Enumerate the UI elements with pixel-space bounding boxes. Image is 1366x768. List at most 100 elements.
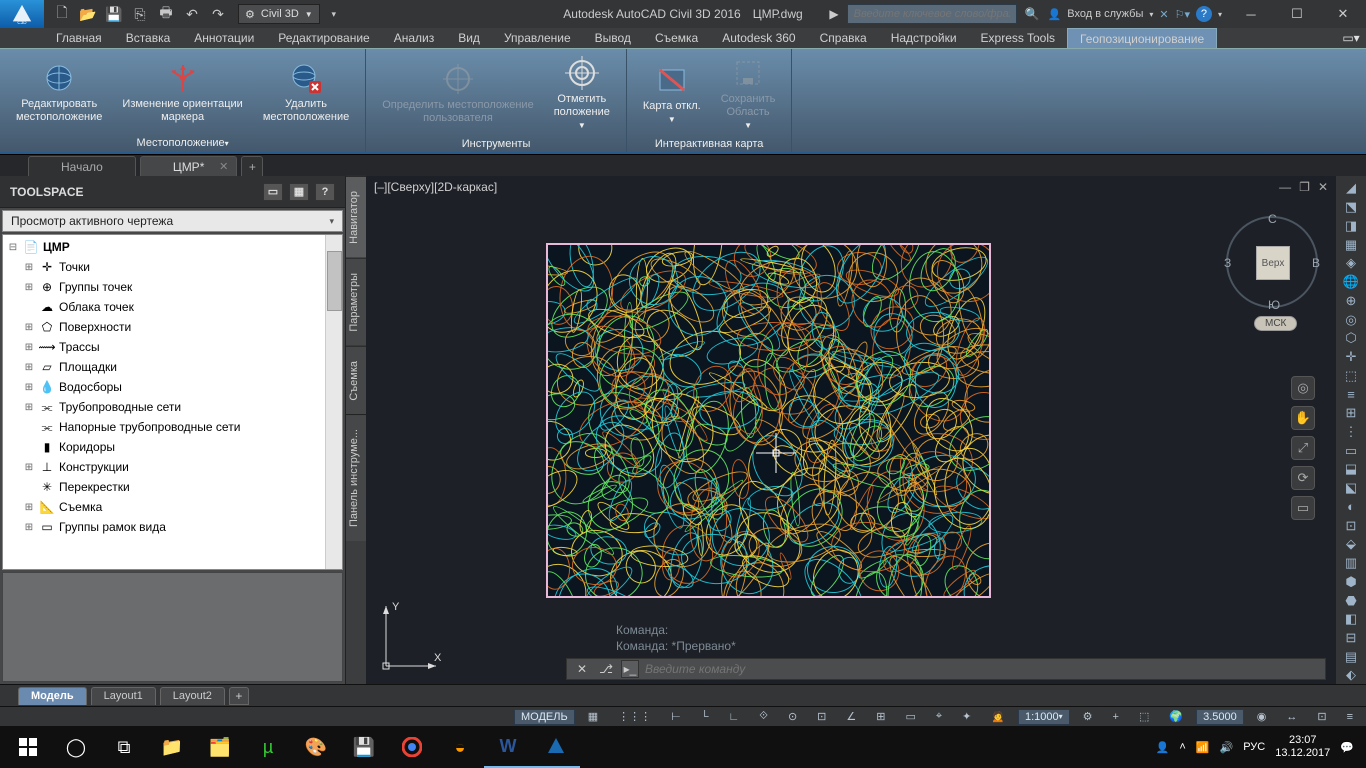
toolspace-view-combo[interactable]: Просмотр активного чертежа ▾ bbox=[2, 210, 343, 232]
side-tool-25[interactable]: ▤ bbox=[1339, 648, 1363, 665]
tree-scrollbar[interactable] bbox=[325, 235, 342, 569]
side-tool-2[interactable]: ◨ bbox=[1339, 217, 1363, 234]
start-button[interactable] bbox=[4, 726, 52, 768]
tab-вставка[interactable]: Вставка bbox=[114, 28, 183, 48]
tree-node[interactable]: ☁Облака точек bbox=[7, 297, 338, 317]
close-button[interactable]: ✕ bbox=[1320, 0, 1366, 28]
side-tool-22[interactable]: ⬣ bbox=[1339, 592, 1363, 609]
side-tool-14[interactable]: ▭ bbox=[1339, 442, 1363, 459]
help-icon[interactable]: ? bbox=[1196, 6, 1212, 22]
cycling-icon[interactable]: ⌖ bbox=[929, 709, 949, 725]
redo-icon[interactable]: ↷ bbox=[206, 3, 230, 25]
annotation-icon[interactable]: 🙍 bbox=[984, 709, 1012, 725]
transparency-icon[interactable]: ▭ bbox=[898, 709, 922, 725]
otrack-icon[interactable]: ∠ bbox=[839, 709, 863, 725]
tab-редактирование[interactable]: Редактирование bbox=[266, 28, 381, 48]
vtab-1[interactable]: Параметры bbox=[346, 258, 366, 346]
side-tool-11[interactable]: ≡ bbox=[1339, 386, 1363, 403]
zoom-extents-icon[interactable]: ⤢ bbox=[1291, 436, 1315, 460]
side-tool-0[interactable]: ◢ bbox=[1339, 180, 1363, 197]
viewcube-west[interactable]: З bbox=[1224, 256, 1231, 270]
tree-node[interactable]: ▮Коридоры bbox=[7, 437, 338, 457]
side-tool-20[interactable]: ▥ bbox=[1339, 555, 1363, 572]
cortana-icon[interactable]: ◯ bbox=[52, 726, 100, 768]
viewport-restore-icon[interactable]: ❐ bbox=[1299, 180, 1310, 194]
file-tab[interactable]: Начало bbox=[28, 156, 136, 176]
vtab-0[interactable]: Навигатор bbox=[346, 176, 366, 258]
tab-autodesk-360[interactable]: Autodesk 360 bbox=[710, 28, 807, 48]
side-tool-8[interactable]: ⬡ bbox=[1339, 330, 1363, 347]
layout-tab[interactable]: Layout1 bbox=[91, 687, 156, 705]
viewport-minimize-icon[interactable]: — bbox=[1279, 180, 1291, 194]
side-tool-4[interactable]: ◈ bbox=[1339, 255, 1363, 272]
globe-edit-button[interactable]: Редактировать местоположение bbox=[10, 58, 108, 126]
tree-node[interactable]: ⫘Напорные трубопроводные сети bbox=[7, 417, 338, 437]
tree-node[interactable]: ⊞⟿Трассы bbox=[7, 337, 338, 357]
search-input[interactable] bbox=[847, 4, 1017, 24]
command-input[interactable] bbox=[645, 662, 1319, 676]
autocad-task-icon[interactable] bbox=[532, 726, 580, 768]
viewcube[interactable]: Верх С Ю В З МСК ◎ ✋ ⤢ ⟳ ▭ bbox=[1226, 216, 1318, 308]
cmdline-options-icon[interactable]: ⎇ bbox=[597, 660, 615, 678]
drawing-canvas[interactable]: YX Верх С Ю В З МСК ◎ ✋ ⤢ ⟳ ▭ Команда:Ко… bbox=[366, 198, 1336, 684]
flag-icon[interactable]: ▶ bbox=[829, 7, 838, 21]
tray-chevron-icon[interactable]: ˄ bbox=[1179, 741, 1185, 753]
side-tool-9[interactable]: ✛ bbox=[1339, 349, 1363, 366]
tree-expand-icon[interactable]: ⊞ bbox=[23, 362, 35, 373]
side-tool-7[interactable]: ◎ bbox=[1339, 311, 1363, 328]
plot-icon[interactable]: 🖶 bbox=[154, 3, 178, 25]
side-tool-6[interactable]: ⊕ bbox=[1339, 292, 1363, 309]
tree-node[interactable]: ⊞⬠Поверхности bbox=[7, 317, 338, 337]
tab-express-tools[interactable]: Express Tools bbox=[969, 28, 1067, 48]
tree-expand-icon[interactable]: ⊞ bbox=[23, 462, 35, 473]
side-tool-23[interactable]: ◧ bbox=[1339, 611, 1363, 628]
pan-icon[interactable]: ✋ bbox=[1291, 406, 1315, 430]
ts-btn-2[interactable]: ▦ bbox=[289, 183, 309, 201]
viewcube-north[interactable]: С bbox=[1268, 212, 1277, 226]
workspace-icon[interactable]: ⬚ bbox=[1132, 709, 1156, 725]
maximize-button[interactable]: ☐ bbox=[1274, 0, 1320, 28]
showmotion-icon[interactable]: ▭ bbox=[1291, 496, 1315, 520]
map-off-button[interactable]: Карта откл.▼ bbox=[637, 60, 707, 126]
tree-expand-icon[interactable]: ⊞ bbox=[23, 382, 35, 393]
side-tool-1[interactable]: ⬔ bbox=[1339, 199, 1363, 216]
tab-close-icon[interactable]: ✕ bbox=[219, 160, 228, 173]
layout-tab[interactable]: Модель bbox=[18, 687, 87, 705]
tree-node[interactable]: ⊞💧Водосборы bbox=[7, 377, 338, 397]
undo-icon[interactable]: ↶ bbox=[180, 3, 204, 25]
navwheel-icon[interactable]: ◎ bbox=[1291, 376, 1315, 400]
status-plus-icon[interactable]: + bbox=[1106, 709, 1126, 725]
cleanscreen-icon[interactable]: ⊡ bbox=[1310, 709, 1333, 725]
status-elev[interactable]: 3.5000 bbox=[1196, 709, 1244, 725]
ribbon-minimize-icon[interactable]: ▭▾ bbox=[1336, 28, 1366, 48]
workspace-combo[interactable]: ⚙ Civil 3D ▼ bbox=[238, 4, 320, 24]
tree-expand-icon[interactable]: ⊞ bbox=[23, 522, 35, 533]
tab-вид[interactable]: Вид bbox=[446, 28, 492, 48]
globe-delete-button[interactable]: Удалить местоположение bbox=[257, 58, 355, 126]
viewcube-south[interactable]: Ю bbox=[1268, 298, 1280, 312]
polar-icon[interactable]: ∟ bbox=[721, 709, 746, 725]
tree-node[interactable]: ⊞⊥Конструкции bbox=[7, 457, 338, 477]
side-tool-24[interactable]: ⊟ bbox=[1339, 630, 1363, 647]
tree-expand-icon[interactable]: ⊟ bbox=[7, 242, 19, 253]
ortho-icon[interactable]: └ bbox=[694, 709, 716, 725]
tab-надстройки[interactable]: Надстройки bbox=[879, 28, 969, 48]
3dosnap-icon[interactable]: ⊡ bbox=[810, 709, 833, 725]
signin-label[interactable]: Вход в службы bbox=[1067, 8, 1143, 20]
iso-icon[interactable]: ⟐ bbox=[752, 709, 775, 725]
taskview-icon[interactable]: ⧉ bbox=[100, 726, 148, 768]
tab-управление[interactable]: Управление bbox=[492, 28, 583, 48]
side-tool-19[interactable]: ⬙ bbox=[1339, 536, 1363, 553]
command-line[interactable]: ✕ ⎇ ▸_ bbox=[566, 658, 1326, 680]
tab-съемка[interactable]: Съемка bbox=[643, 28, 710, 48]
grid-icon[interactable]: ▦ bbox=[581, 709, 605, 725]
stayconnected-icon[interactable]: ⚐▾ bbox=[1175, 8, 1190, 21]
snap-icon[interactable]: ⋮⋮⋮ bbox=[611, 709, 658, 725]
isolate-icon[interactable]: ↔ bbox=[1279, 709, 1304, 725]
paint-icon[interactable]: 🎨 bbox=[292, 726, 340, 768]
chrome-icon[interactable] bbox=[388, 726, 436, 768]
side-tool-16[interactable]: ⬕ bbox=[1339, 480, 1363, 497]
viewport-close-icon[interactable]: ✕ bbox=[1318, 180, 1328, 194]
tree-expand-icon[interactable]: ⊞ bbox=[23, 342, 35, 353]
tree-node[interactable]: ⊞✛Точки bbox=[7, 257, 338, 277]
